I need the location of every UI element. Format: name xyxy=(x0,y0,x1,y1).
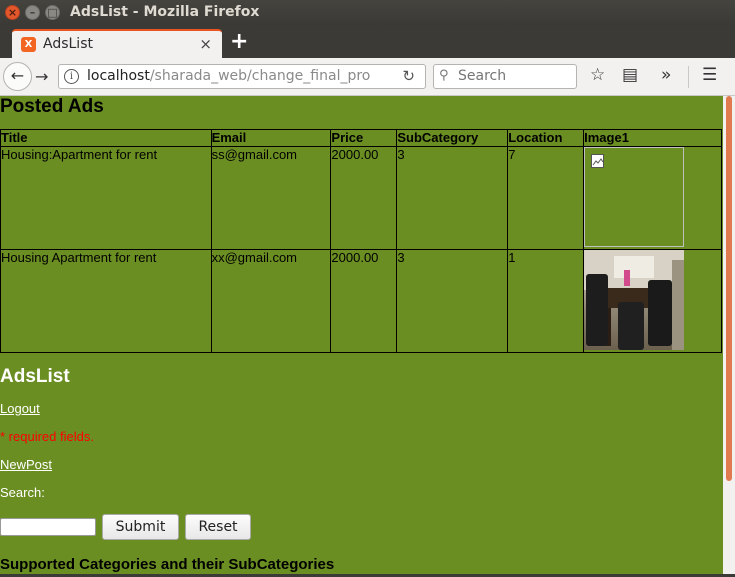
window-title: AdsList - Mozilla Firefox xyxy=(70,4,260,20)
window-close-button[interactable]: × xyxy=(5,5,20,20)
cell-image xyxy=(583,249,722,353)
url-path: /sharada_web/change_final_pro xyxy=(149,68,371,84)
xampp-favicon-icon: X xyxy=(21,37,36,52)
back-arrow-icon[interactable]: ← xyxy=(3,62,32,91)
cell-subcategory: 3 xyxy=(396,249,509,353)
reload-icon[interactable]: ↻ xyxy=(402,67,415,85)
cell-email: xx@gmail.com xyxy=(210,249,332,353)
search-input[interactable] xyxy=(456,67,571,85)
tab-close-icon[interactable]: × xyxy=(199,35,212,53)
submit-button[interactable]: Submit xyxy=(102,514,179,540)
window-minimize-button[interactable]: – xyxy=(25,5,40,20)
page-scrollbar[interactable] xyxy=(723,96,735,574)
cell-image xyxy=(583,146,722,250)
newpost-link[interactable]: NewPost xyxy=(0,457,52,472)
reset-button[interactable]: Reset xyxy=(185,514,251,540)
dining-room-drawing xyxy=(584,250,685,350)
tab-strip: X AdsList × + xyxy=(0,26,735,58)
page-heading: Posted Ads xyxy=(0,96,104,117)
cell-title: Housing:Apartment for rent xyxy=(0,146,212,250)
new-tab-button[interactable]: + xyxy=(230,29,248,54)
cell-email: ss@gmail.com xyxy=(210,146,332,250)
broken-image-icon xyxy=(584,147,685,247)
tab-adslist[interactable]: X AdsList × xyxy=(12,29,222,58)
window-maximize-button[interactable]: □ xyxy=(45,5,60,20)
cell-location: 1 xyxy=(507,249,585,353)
app-title: AdsList xyxy=(0,366,70,387)
ads-table: Title Email Price SubCategory Location I… xyxy=(0,129,722,353)
tab-label: AdsList xyxy=(43,36,93,52)
dining-room-photo xyxy=(584,250,685,350)
search-icon: ⚲ xyxy=(439,68,449,83)
url-host: localhost xyxy=(87,68,150,84)
column-header: SubCategory xyxy=(396,129,509,147)
logout-link[interactable]: Logout xyxy=(0,401,40,416)
info-icon[interactable]: i xyxy=(64,69,79,84)
navigation-toolbar: ← → i localhost/sharada_web/change_final… xyxy=(0,58,735,96)
table-row: Housing:Apartment for rent ss@gmail.com … xyxy=(0,146,722,250)
cell-price: 2000.00 xyxy=(330,146,398,250)
search-bar[interactable]: ⚲ xyxy=(433,64,577,89)
table-header-row: Title Email Price SubCategory Location I… xyxy=(0,129,722,147)
star-icon[interactable]: ☆ xyxy=(590,65,605,85)
cell-location: 7 xyxy=(507,146,585,250)
window-titlebar: × – □ AdsList - Mozilla Firefox xyxy=(0,0,735,26)
scrollbar-thumb[interactable] xyxy=(726,96,732,481)
cell-subcategory: 3 xyxy=(396,146,509,250)
categories-heading: Supported Categories and their SubCatego… xyxy=(0,556,335,573)
hamburger-icon[interactable]: ☰ xyxy=(702,65,717,85)
overflow-chevron-icon[interactable]: » xyxy=(661,65,671,85)
page-search-input[interactable] xyxy=(0,518,96,536)
page-content: Posted Ads Title Email Price SubCategory… xyxy=(0,96,723,574)
column-header: Title xyxy=(0,129,212,147)
column-header: Location xyxy=(507,129,585,147)
table-row: Housing Apartment for rent xx@gmail.com … xyxy=(0,249,722,353)
forward-arrow-icon[interactable]: → xyxy=(35,67,48,86)
column-header: Email xyxy=(210,129,332,147)
column-header: Price xyxy=(330,129,398,147)
url-text[interactable]: localhost/sharada_web/change_final_pro xyxy=(87,68,392,84)
url-bar[interactable]: i localhost/sharada_web/change_final_pro… xyxy=(58,64,426,89)
cell-price: 2000.00 xyxy=(330,249,398,353)
reader-icon[interactable]: ▤ xyxy=(622,65,638,85)
toolbar-separator xyxy=(688,66,689,88)
cell-title: Housing Apartment for rent xyxy=(0,249,212,353)
required-fields-note: * required fields. xyxy=(0,429,94,444)
column-header: Image1 xyxy=(583,129,722,147)
search-label: Search: xyxy=(0,485,45,500)
broken-image-glyph xyxy=(591,154,605,168)
